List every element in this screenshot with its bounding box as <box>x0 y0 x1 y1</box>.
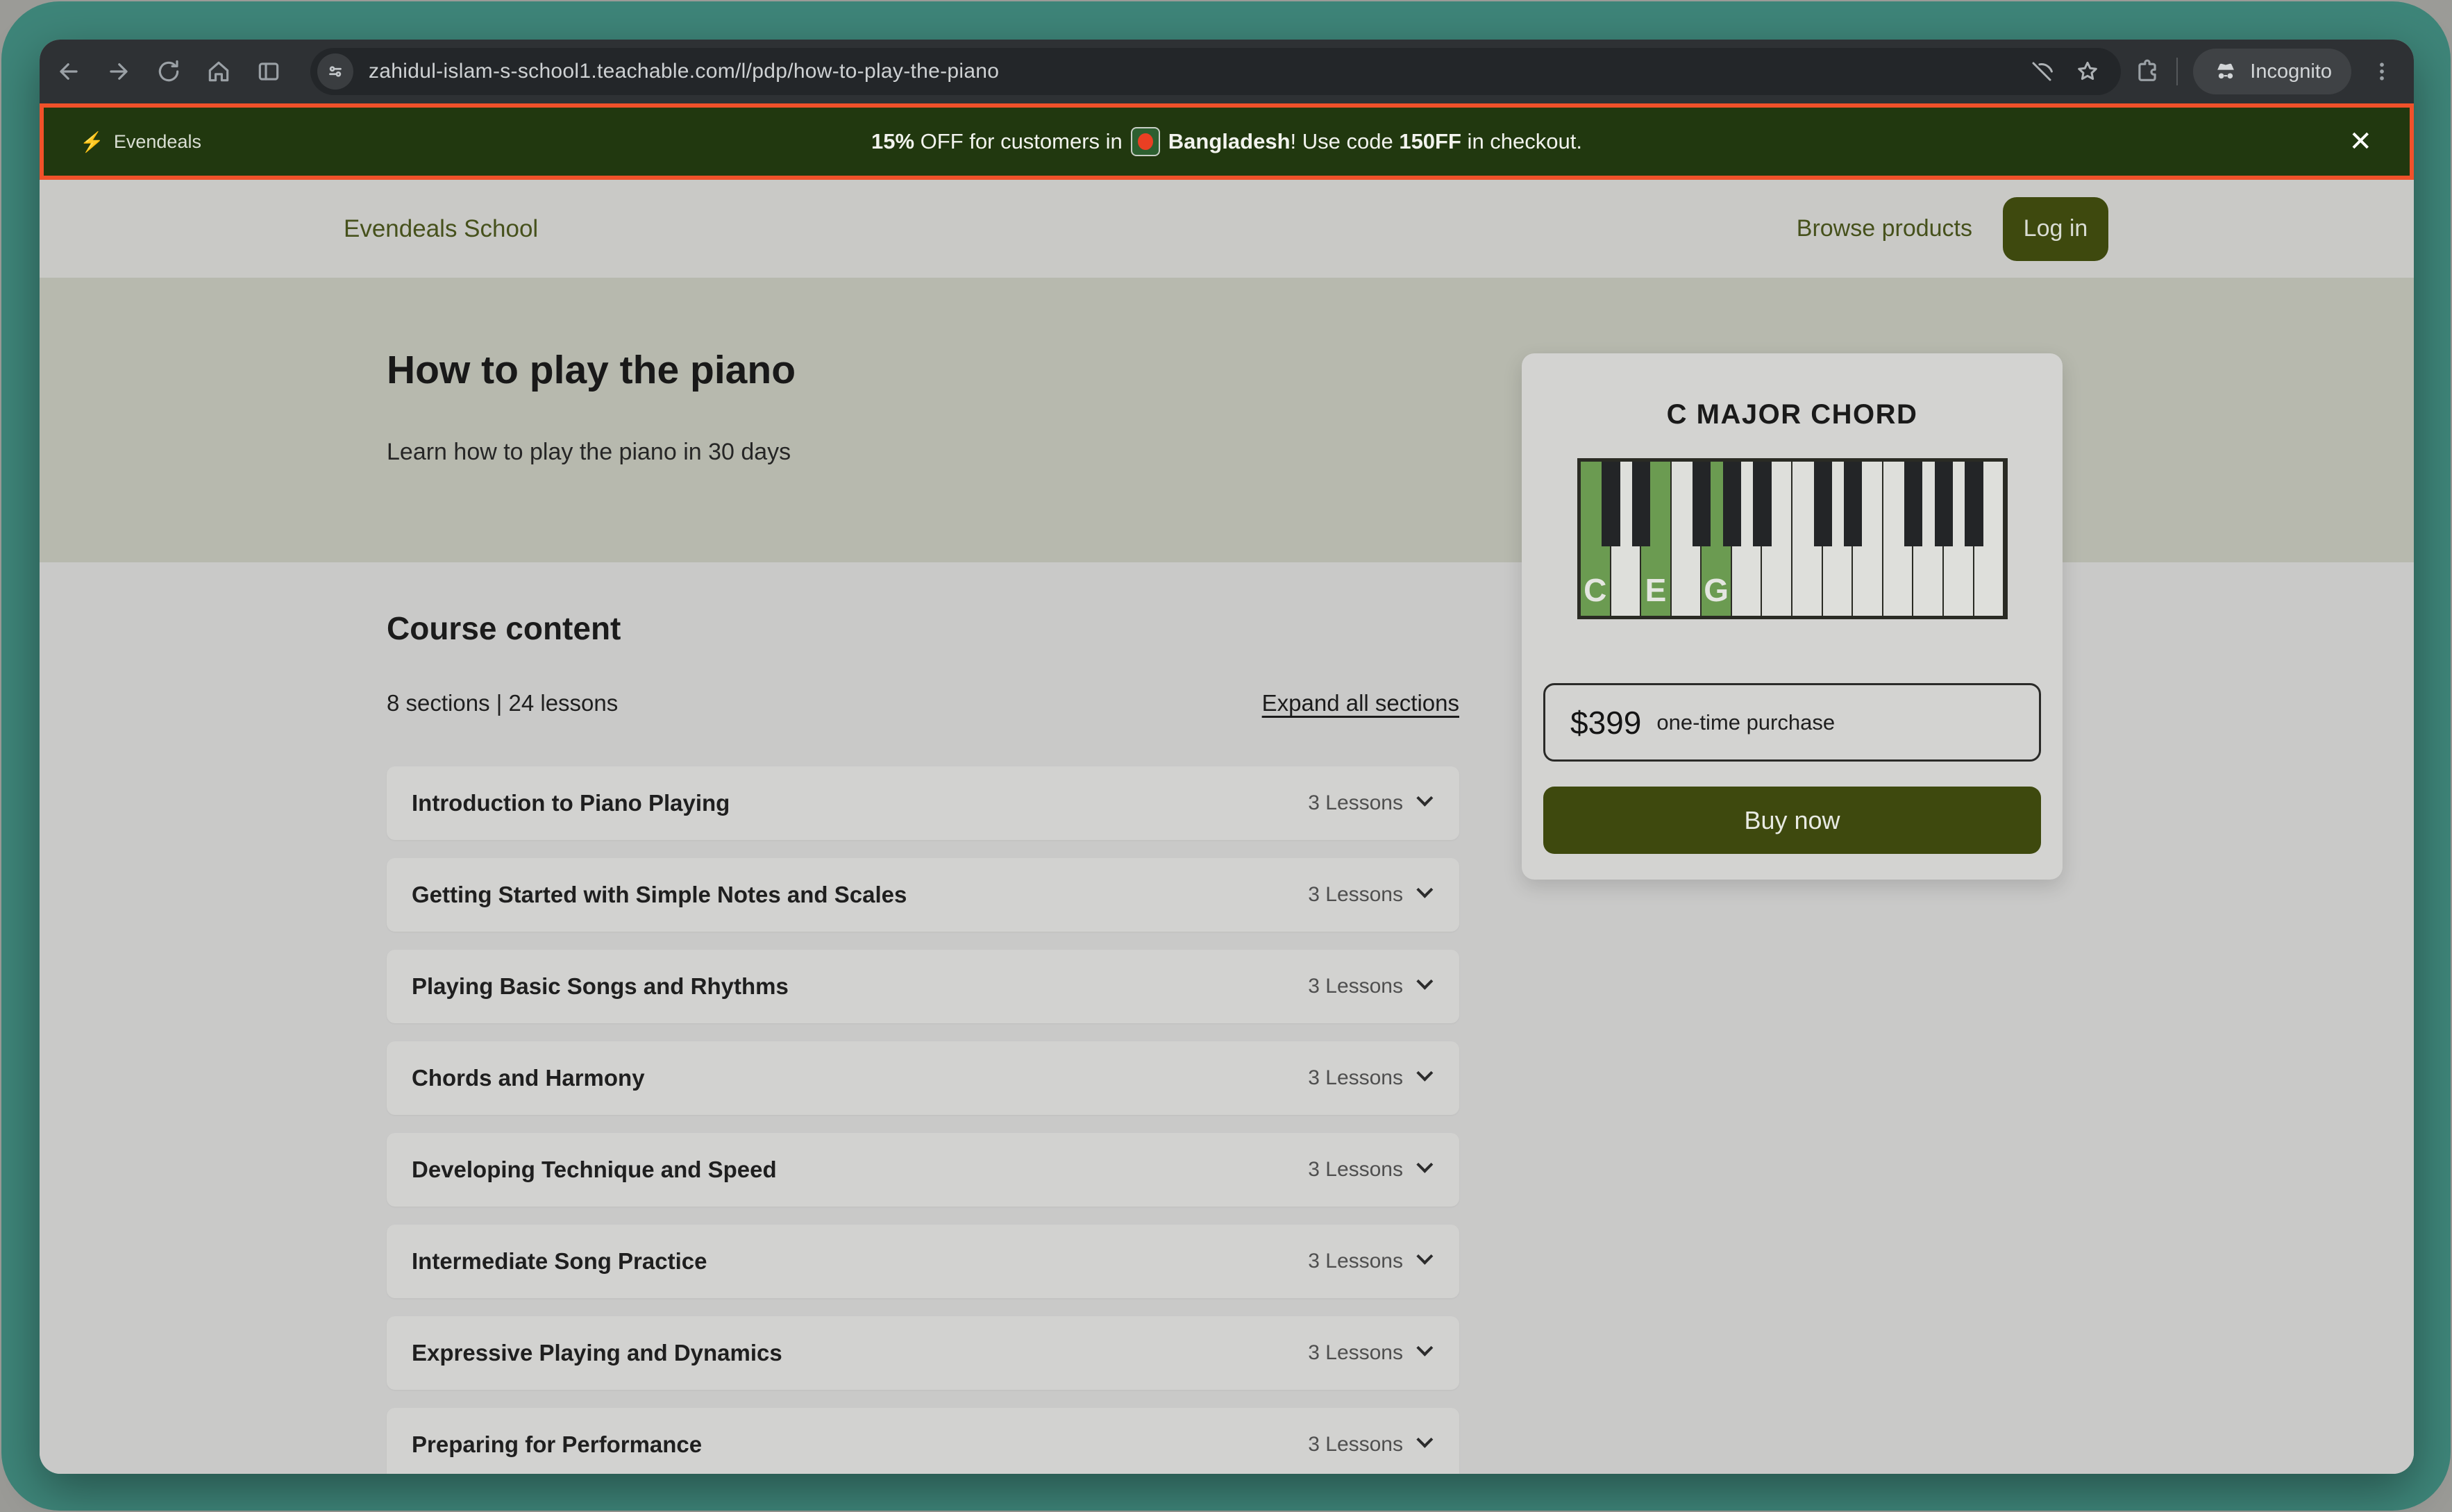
lesson-count: 3 Lessons <box>1308 1066 1403 1090</box>
piano-black-key <box>1814 462 1832 546</box>
course-section-row[interactable]: Expressive Playing and Dynamics 3 Lesson… <box>387 1316 1459 1390</box>
side-panel-icon[interactable] <box>255 58 283 85</box>
price-note: one-time purchase <box>1656 710 1835 735</box>
lesson-count: 3 Lessons <box>1308 1341 1403 1365</box>
flag-red-circle <box>1138 133 1153 150</box>
extensions-icon[interactable] <box>2133 58 2161 85</box>
section-title: Getting Started with Simple Notes and Sc… <box>412 882 907 908</box>
browser-window: zahidul-islam-s-school1.teachable.com/l/… <box>40 40 2414 1474</box>
section-title: Introduction to Piano Playing <box>412 790 730 816</box>
browse-products-link[interactable]: Browse products <box>1797 215 1972 242</box>
lesson-count: 3 Lessons <box>1308 791 1403 815</box>
screenshot-backdrop: zahidul-islam-s-school1.teachable.com/l/… <box>0 0 2452 1512</box>
piano-black-key <box>1753 462 1771 546</box>
section-title: Preparing for Performance <box>412 1431 702 1458</box>
chevron-down-icon <box>1416 789 1433 806</box>
piano-black-key <box>1723 462 1741 546</box>
lesson-count: 3 Lessons <box>1308 1158 1403 1182</box>
key-label-g: G <box>1702 571 1731 609</box>
section-title: Chords and Harmony <box>412 1065 645 1091</box>
hide-eye-icon[interactable] <box>2029 59 2054 84</box>
incognito-icon <box>2212 58 2239 85</box>
site-header: Evendeals School Browse products Log in <box>40 180 2414 278</box>
offer-country: Bangladesh <box>1168 129 1291 154</box>
forward-icon[interactable] <box>105 58 133 85</box>
chevron-down-icon <box>1416 1339 1433 1356</box>
browser-toolbar: zahidul-islam-s-school1.teachable.com/l/… <box>40 40 2414 103</box>
section-title: Expressive Playing and Dynamics <box>412 1340 782 1366</box>
price-box: $399 one-time purchase <box>1543 683 2041 762</box>
back-icon[interactable] <box>55 58 83 85</box>
lesson-count: 3 Lessons <box>1308 975 1403 998</box>
chevron-down-icon <box>1416 1064 1433 1081</box>
banner-offer-text: 15% OFF for customers in Bangladesh! Use … <box>44 108 2410 176</box>
piano-keyboard-graphic: C E G <box>1577 458 2008 619</box>
section-title: Developing Technique and Speed <box>412 1157 777 1183</box>
offer-discount: 15% <box>871 129 914 154</box>
course-sections-list: Introduction to Piano Playing 3 Lessons … <box>387 766 1459 1474</box>
login-button[interactable]: Log in <box>2003 197 2108 261</box>
lesson-count: 3 Lessons <box>1308 1433 1403 1456</box>
menu-dots-icon[interactable] <box>2368 58 2396 85</box>
course-section-row[interactable]: Preparing for Performance 3 Lessons <box>387 1408 1459 1474</box>
course-section-row[interactable]: Chords and Harmony 3 Lessons <box>387 1041 1459 1115</box>
incognito-label: Incognito <box>2250 60 2332 83</box>
lesson-count: 3 Lessons <box>1308 1250 1403 1273</box>
promo-banner: ⚡ Evendeals 15% OFF for customers inBang… <box>40 103 2414 180</box>
course-meta: 8 sections | 24 lessons <box>387 690 618 716</box>
chevron-down-icon <box>1416 973 1433 989</box>
offer-code: 150FF <box>1399 129 1461 154</box>
url-text[interactable]: zahidul-islam-s-school1.teachable.com/l/… <box>369 60 2029 83</box>
key-label-e: E <box>1641 571 1670 609</box>
site-settings-tune-icon[interactable] <box>317 53 353 90</box>
chevron-down-icon <box>1416 881 1433 898</box>
offer-text-3: in checkout. <box>1461 129 1582 154</box>
course-section-row[interactable]: Intermediate Song Practice 3 Lessons <box>387 1225 1459 1298</box>
bookmark-star-icon[interactable] <box>2075 59 2100 84</box>
lesson-count: 3 Lessons <box>1308 883 1403 907</box>
buy-now-button[interactable]: Buy now <box>1543 787 2041 854</box>
section-title: Playing Basic Songs and Rhythms <box>412 973 789 1000</box>
banner-close-icon[interactable]: ✕ <box>2349 108 2372 176</box>
piano-black-key <box>1693 462 1711 546</box>
course-section-row[interactable]: Developing Technique and Speed 3 Lessons <box>387 1133 1459 1207</box>
piano-black-key <box>1844 462 1862 546</box>
purchase-card: C MAJOR CHORD C E G <box>1522 353 2063 880</box>
offer-text-1: OFF for customers in <box>914 129 1123 154</box>
page-subtitle: Learn how to play the piano in 30 days <box>387 439 791 466</box>
toolbar-separator <box>2176 58 2178 85</box>
piano-black-key <box>1965 462 1983 546</box>
course-content-heading: Course content <box>387 610 1459 647</box>
chevron-down-icon <box>1416 1156 1433 1173</box>
school-name-link[interactable]: Evendeals School <box>344 215 538 243</box>
chevron-down-icon <box>1416 1431 1433 1447</box>
chord-card-title: C MAJOR CHORD <box>1522 399 2063 430</box>
piano-black-key <box>1632 462 1650 546</box>
offer-text-2: ! Use code <box>1291 129 1400 154</box>
piano-black-key <box>1935 462 1953 546</box>
course-section-row[interactable]: Introduction to Piano Playing 3 Lessons <box>387 766 1459 840</box>
key-label-c: C <box>1581 571 1610 609</box>
piano-black-key <box>1904 462 1922 546</box>
home-icon[interactable] <box>205 58 233 85</box>
course-section-row[interactable]: Playing Basic Songs and Rhythms 3 Lesson… <box>387 950 1459 1023</box>
page-title: How to play the piano <box>387 347 796 393</box>
incognito-badge: Incognito <box>2193 49 2351 94</box>
piano-black-key <box>1602 462 1620 546</box>
chevron-down-icon <box>1416 1248 1433 1264</box>
reload-icon[interactable] <box>155 58 183 85</box>
expand-all-sections-link[interactable]: Expand all sections <box>1262 690 1459 716</box>
bangladesh-flag-icon <box>1131 127 1160 156</box>
section-title: Intermediate Song Practice <box>412 1248 707 1275</box>
price-value: $399 <box>1570 704 1641 741</box>
url-bar[interactable]: zahidul-islam-s-school1.teachable.com/l/… <box>310 48 2121 95</box>
course-section-row[interactable]: Getting Started with Simple Notes and Sc… <box>387 858 1459 932</box>
